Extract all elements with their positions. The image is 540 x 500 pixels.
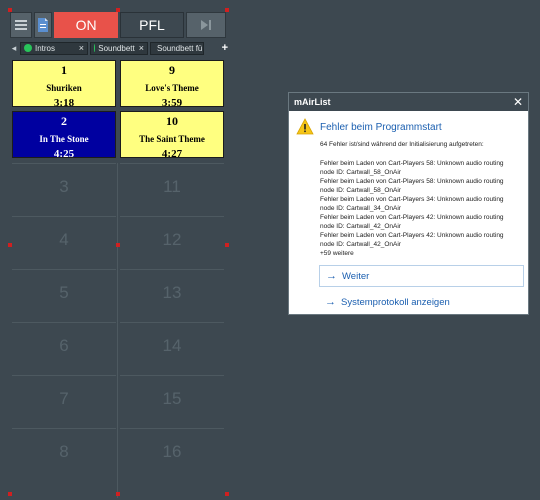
arrow-right-icon: →	[326, 270, 337, 282]
status-dot-icon	[24, 44, 32, 52]
menu-button[interactable]	[10, 12, 33, 38]
cart-title: Love's Theme	[145, 83, 199, 93]
continue-button[interactable]: → Weiter	[319, 265, 524, 287]
arrow-right-icon: →	[325, 296, 336, 308]
empty-cart-slot[interactable]: 6	[12, 322, 116, 369]
close-icon[interactable]: ×	[75, 43, 84, 53]
error-line: Fehler beim Laden von Cart-Players 42: U…	[320, 214, 504, 221]
tab-label: Intros	[35, 43, 56, 53]
empty-cart-slot[interactable]: 16	[120, 428, 224, 475]
resize-handle[interactable]	[116, 243, 120, 247]
empty-cart-slot[interactable]: 8	[12, 428, 116, 475]
continue-label: Weiter	[342, 270, 370, 282]
error-line: node ID: Cartwall_42_OnAir	[320, 241, 401, 248]
cart-duration: 4:27	[161, 148, 183, 160]
on-button[interactable]: ON	[54, 12, 118, 38]
error-line: Fehler beim Laden von Cart-Players 58: U…	[320, 160, 504, 167]
cart-title: Shuriken	[46, 83, 82, 93]
cart-button-10[interactable]: 10 The Saint Theme 4:27	[120, 111, 224, 160]
error-line: Fehler beim Laden von Cart-Players 58: U…	[320, 178, 504, 185]
document-icon	[38, 18, 49, 32]
empty-cart-slot[interactable]: 14	[120, 322, 224, 369]
status-dot-icon	[94, 44, 96, 52]
error-dialog: mAirList ✕ Fehler beim Programmstart 64 …	[288, 92, 529, 315]
skip-next-icon	[200, 20, 211, 30]
empty-cart-slot[interactable]: 5	[12, 269, 116, 316]
dialog-summary: 64 Fehler ist/sind während der Initialis…	[320, 141, 484, 148]
cart-duration: 4:25	[53, 148, 75, 160]
dialog-titlebar: mAirList ✕	[289, 93, 528, 111]
resize-handle[interactable]	[225, 492, 229, 496]
empty-cart-slot[interactable]: 12	[120, 216, 224, 263]
tab-intros[interactable]: Intros ×	[20, 41, 88, 55]
cart-number: 2	[61, 114, 67, 128]
cart-number: 1	[61, 63, 67, 77]
resize-handle[interactable]	[225, 8, 229, 12]
tab-soundbett-fu[interactable]: Soundbett fü	[150, 41, 204, 55]
resize-handle[interactable]	[8, 243, 12, 247]
pfl-button[interactable]: PFL	[120, 12, 184, 38]
dialog-title: mAirList	[294, 97, 331, 107]
cart-button-1[interactable]: 1 Shuriken 3:18	[12, 60, 116, 109]
cart-duration: 3:18	[53, 97, 75, 109]
error-details: Fehler beim Laden von Cart-Players 58: U…	[320, 159, 525, 258]
empty-cart-slot[interactable]: 4	[12, 216, 116, 263]
tab-label: Soundbett fü	[157, 43, 203, 53]
dialog-heading: Fehler beim Programmstart	[320, 122, 442, 133]
tab-scroll-left-icon[interactable]: ◂	[8, 43, 20, 54]
resize-handle[interactable]	[8, 492, 12, 496]
resize-handle[interactable]	[116, 8, 120, 12]
error-line: node ID: Cartwall_34_OnAir	[320, 205, 401, 212]
empty-cart-slot[interactable]: 15	[120, 375, 224, 422]
show-system-log-button[interactable]: → Systemprotokoll anzeigen	[319, 291, 524, 313]
resize-handle[interactable]	[225, 243, 229, 247]
cartwall-tabs: ◂ Intros × Soundbett × Soundbett fü +	[8, 41, 228, 55]
menu-icon	[15, 18, 28, 32]
warning-icon	[296, 118, 314, 135]
cart-number: 9	[169, 63, 175, 77]
cart-title: The Saint Theme	[139, 134, 205, 144]
empty-cart-slot[interactable]: 7	[12, 375, 116, 422]
document-button[interactable]	[34, 12, 53, 38]
resize-handle[interactable]	[8, 8, 12, 12]
close-icon[interactable]: ×	[135, 43, 144, 53]
error-line: node ID: Cartwall_58_OnAir	[320, 169, 401, 176]
tab-label: Soundbett	[98, 43, 135, 53]
cart-button-2[interactable]: 2 In The Stone 4:25	[12, 111, 116, 160]
error-line: node ID: Cartwall_58_OnAir	[320, 187, 401, 194]
resize-handle[interactable]	[116, 492, 120, 496]
cart-title: In The Stone	[39, 134, 89, 144]
add-tab-button[interactable]: +	[222, 42, 228, 54]
cart-number: 10	[166, 114, 178, 128]
error-line: Fehler beim Laden von Cart-Players 42: U…	[320, 232, 504, 239]
tab-soundbett[interactable]: Soundbett ×	[90, 41, 148, 55]
show-system-log-label: Systemprotokoll anzeigen	[341, 296, 450, 308]
cart-duration: 3:59	[161, 97, 183, 109]
error-line: Fehler beim Laden von Cart-Players 34: U…	[320, 196, 504, 203]
empty-cart-slot[interactable]: 3	[12, 163, 116, 210]
grid-divider	[117, 163, 118, 498]
close-icon[interactable]: ✕	[513, 95, 523, 109]
cart-button-9[interactable]: 9 Love's Theme 3:59	[120, 60, 224, 109]
next-button[interactable]	[185, 12, 226, 38]
cartwall-toolbar: ON PFL	[10, 12, 226, 38]
empty-cart-slot[interactable]: 11	[120, 163, 224, 210]
error-line: node ID: Cartwall_42_OnAir	[320, 223, 401, 230]
error-more: +59 weitere	[320, 250, 354, 257]
empty-cart-slot[interactable]: 13	[120, 269, 224, 316]
